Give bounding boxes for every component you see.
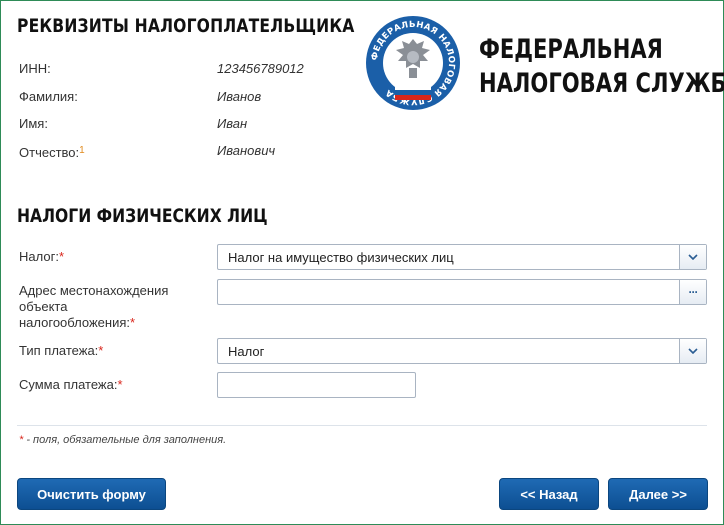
- taxpayer-section-title: РЕКВИЗИТЫ НАЛОГОПЛАТЕЛЬЩИКА: [17, 15, 355, 37]
- surname-label: Фамилия:: [19, 89, 78, 104]
- required-mark: *: [129, 315, 136, 330]
- tax-label: Налог:*: [19, 249, 64, 265]
- patronymic-footnote: 1: [79, 145, 85, 156]
- taxes-section-title: НАЛОГИ ФИЗИЧЕСКИХ ЛИЦ: [17, 205, 268, 227]
- address-label-line2: объекта: [19, 299, 68, 314]
- tax-select-value: Налог на имущество физических лиц: [228, 250, 454, 265]
- surname-value: Иванов: [217, 89, 262, 104]
- tax-select[interactable]: Налог на имущество физических лиц: [217, 244, 707, 270]
- chevron-down-icon[interactable]: [679, 339, 706, 363]
- payment-type-select-value: Налог: [228, 344, 265, 359]
- form-frame: РЕКВИЗИТЫ НАЛОГОПЛАТЕЛЬЩИКА ИНН: 1234567…: [0, 0, 724, 525]
- payment-type-select[interactable]: Налог: [217, 338, 707, 364]
- more-icon-glyph: ···: [688, 285, 699, 299]
- amount-input[interactable]: [217, 372, 416, 398]
- address-label: Адрес местонахождения объекта налогообло…: [19, 283, 168, 331]
- clear-form-button[interactable]: Очистить форму: [17, 478, 166, 510]
- patronymic-value: Иванович: [217, 143, 276, 158]
- name-label: Имя:: [19, 116, 48, 131]
- next-button[interactable]: Далее >>: [608, 478, 708, 510]
- required-note: * - поля, обязательные для заполнения.: [19, 434, 226, 446]
- tax-label-text: Налог:: [19, 249, 59, 264]
- inn-value: 123456789012: [217, 61, 304, 76]
- more-icon[interactable]: ···: [679, 280, 706, 304]
- amount-label: Сумма платежа:*: [19, 377, 123, 393]
- address-input[interactable]: ···: [217, 279, 707, 305]
- required-mark: *: [58, 249, 64, 264]
- fns-title-line1: ФЕДЕРАЛЬНАЯ: [479, 34, 663, 65]
- fns-title-line2: НАЛОГОВАЯ СЛУЖБА: [479, 68, 724, 99]
- name-value: Иван: [217, 116, 248, 131]
- divider: [17, 425, 707, 426]
- required-mark: *: [117, 377, 123, 392]
- required-note-text: - поля, обязательные для заполнения.: [23, 434, 227, 446]
- inn-label: ИНН:: [19, 61, 51, 76]
- amount-label-text: Сумма платежа:: [19, 377, 118, 392]
- required-mark: *: [98, 343, 104, 358]
- fns-emblem: ФЕДЕРАЛЬНАЯ НАЛОГОВАЯ СЛУЖБА: [365, 15, 461, 111]
- patronymic-label: Отчество:1: [19, 145, 85, 161]
- chevron-down-icon[interactable]: [679, 245, 706, 269]
- address-label-line3: налогообложения:*: [19, 315, 168, 331]
- back-button[interactable]: << Назад: [499, 478, 599, 510]
- fns-title: ФЕДЕРАЛЬНАЯ НАЛОГОВАЯ СЛУЖБА: [479, 33, 724, 101]
- payment-type-label: Тип платежа:*: [19, 343, 103, 359]
- address-label-line3-text: налогообложения:: [19, 315, 130, 330]
- payment-type-label-text: Тип платежа:: [19, 343, 99, 358]
- patronymic-label-text: Отчество:: [19, 145, 80, 160]
- address-label-line1: Адрес местонахождения: [19, 283, 169, 298]
